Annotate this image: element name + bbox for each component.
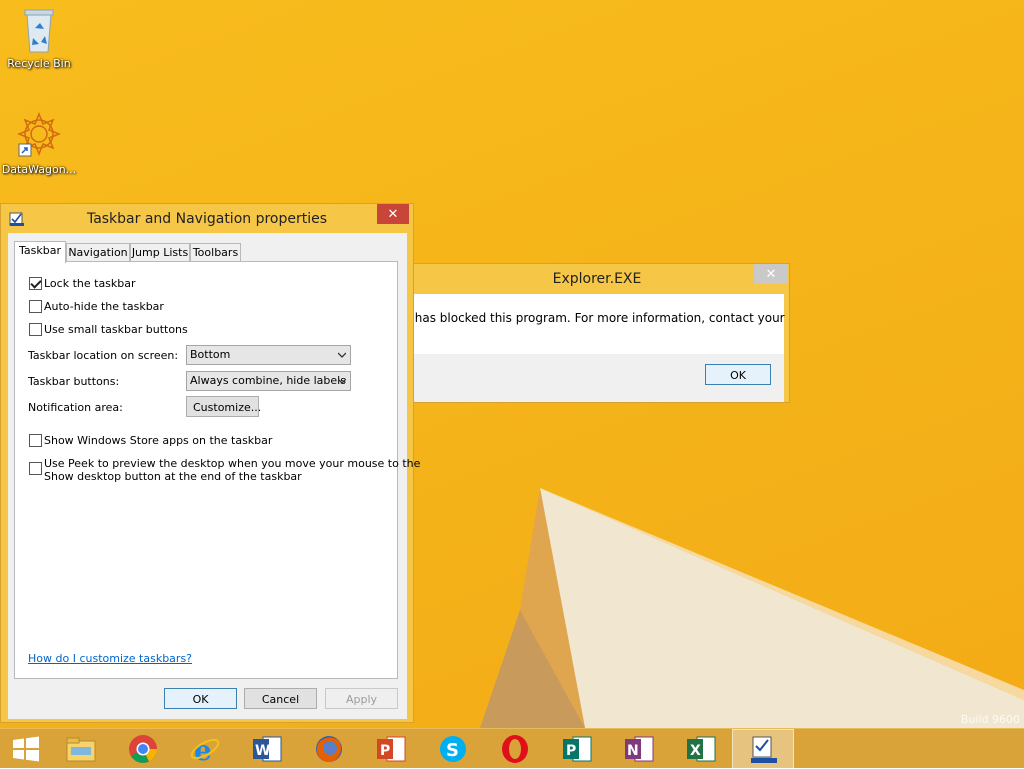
- taskbar-file-explorer[interactable]: [50, 729, 112, 769]
- taskbar-properties-icon: [751, 736, 777, 763]
- chrome-icon: [129, 735, 157, 763]
- internet-explorer-icon: e: [190, 734, 220, 765]
- lock-taskbar-checkbox[interactable]: [29, 277, 42, 290]
- svg-text:N: N: [627, 743, 639, 759]
- taskbar-powerpoint[interactable]: P: [360, 729, 422, 769]
- taskbar-internet-explorer[interactable]: e: [174, 729, 236, 769]
- peek-label-line2[interactable]: Show desktop button at the end of the ta…: [44, 470, 302, 483]
- powerpoint-icon: P: [377, 736, 406, 762]
- word-icon: W: [253, 736, 282, 762]
- svg-text:P: P: [566, 743, 576, 759]
- taskbar-skype[interactable]: S: [422, 729, 484, 769]
- tab-taskbar[interactable]: Taskbar: [14, 241, 66, 263]
- explorer-message-area: r has blocked this program. For more inf…: [406, 294, 785, 354]
- auto-hide-checkbox[interactable]: [29, 300, 42, 313]
- peek-checkbox[interactable]: [29, 462, 42, 475]
- taskbar-word[interactable]: W: [236, 729, 298, 769]
- explorer-title: Explorer.EXE: [552, 271, 642, 287]
- auto-hide-label[interactable]: Auto-hide the taskbar: [44, 300, 164, 313]
- taskbar-buttons-select[interactable]: Always combine, hide labels: [186, 371, 351, 391]
- explorer-titlebar[interactable]: Explorer.EXE ✕: [405, 264, 789, 294]
- windows-start-icon: [13, 736, 39, 762]
- explorer-error-dialog: Explorer.EXE ✕ r has blocked this progra…: [404, 263, 790, 403]
- skype-icon: S: [440, 736, 466, 762]
- build-watermark: Build 9600: [960, 713, 1020, 726]
- taskbar-location-label: Taskbar location on screen:: [28, 349, 179, 362]
- taskbar-buttons-label: Taskbar buttons:: [28, 375, 120, 388]
- explorer-close-button[interactable]: ✕: [754, 264, 788, 284]
- explorer-ok-button[interactable]: OK: [705, 364, 771, 385]
- svg-text:e: e: [194, 734, 212, 765]
- peek-label-line1[interactable]: Use Peek to preview the desktop when you…: [44, 457, 420, 470]
- taskbar-onenote[interactable]: N: [608, 729, 670, 769]
- onenote-icon: N: [625, 736, 654, 762]
- taskbar-excel[interactable]: X: [670, 729, 732, 769]
- taskbar-location-value: Bottom: [190, 348, 231, 361]
- tab-jump-lists[interactable]: Jump Lists: [130, 243, 190, 262]
- small-buttons-label[interactable]: Use small taskbar buttons: [44, 323, 188, 336]
- taskbar-opera[interactable]: [484, 729, 546, 769]
- taskbar-publisher[interactable]: P: [546, 729, 608, 769]
- svg-text:W: W: [255, 743, 270, 759]
- explorer-message: r has blocked this program. For more inf…: [406, 311, 785, 325]
- svg-text:S: S: [446, 740, 459, 761]
- tab-toolbars[interactable]: Toolbars: [190, 243, 241, 262]
- desktop-icon-label: DataWagon...: [1, 163, 77, 176]
- excel-icon: X: [687, 736, 716, 762]
- desktop-icon-recycle-bin[interactable]: Recycle Bin: [0, 6, 78, 70]
- svg-text:P: P: [380, 743, 390, 759]
- svg-text:X: X: [690, 743, 701, 759]
- customize-button[interactable]: Customize...: [186, 396, 261, 417]
- store-apps-checkbox[interactable]: [29, 434, 42, 447]
- properties-title: Taskbar and Navigation properties: [86, 211, 328, 227]
- firefox-icon: [316, 736, 342, 763]
- taskbar-firefox[interactable]: [298, 729, 360, 769]
- apply-button[interactable]: Apply: [325, 688, 398, 709]
- file-explorer-icon: [66, 737, 96, 762]
- chevron-down-icon: [338, 352, 346, 358]
- taskbar-chrome[interactable]: [112, 729, 174, 769]
- cancel-button[interactable]: Cancel: [244, 688, 317, 709]
- taskbar-location-select[interactable]: Bottom: [186, 345, 351, 365]
- desktop-icon-datawagon[interactable]: DataWagon...: [0, 112, 78, 176]
- publisher-icon: P: [563, 736, 592, 762]
- notification-area-label: Notification area:: [28, 401, 123, 414]
- chevron-down-icon: [338, 378, 346, 384]
- taskbar: e W P S P N X: [0, 728, 1024, 769]
- store-apps-label[interactable]: Show Windows Store apps on the taskbar: [44, 434, 272, 447]
- desktop-icon-label: Recycle Bin: [7, 57, 71, 70]
- properties-titlebar[interactable]: Taskbar and Navigation properties ✕: [1, 204, 413, 234]
- datawagon-icon: [16, 112, 62, 157]
- opera-icon: [502, 735, 528, 763]
- taskbar-properties-window[interactable]: [732, 729, 794, 769]
- ok-button[interactable]: OK: [164, 688, 237, 709]
- properties-close-button[interactable]: ✕: [377, 204, 409, 224]
- lock-taskbar-label[interactable]: Lock the taskbar: [44, 277, 136, 290]
- recycle-bin-icon: [24, 9, 54, 53]
- tab-navigation[interactable]: Navigation: [66, 243, 130, 262]
- small-buttons-checkbox[interactable]: [29, 323, 42, 336]
- help-link[interactable]: How do I customize taskbars?: [28, 652, 192, 665]
- taskbar-buttons-value: Always combine, hide labels: [190, 374, 346, 387]
